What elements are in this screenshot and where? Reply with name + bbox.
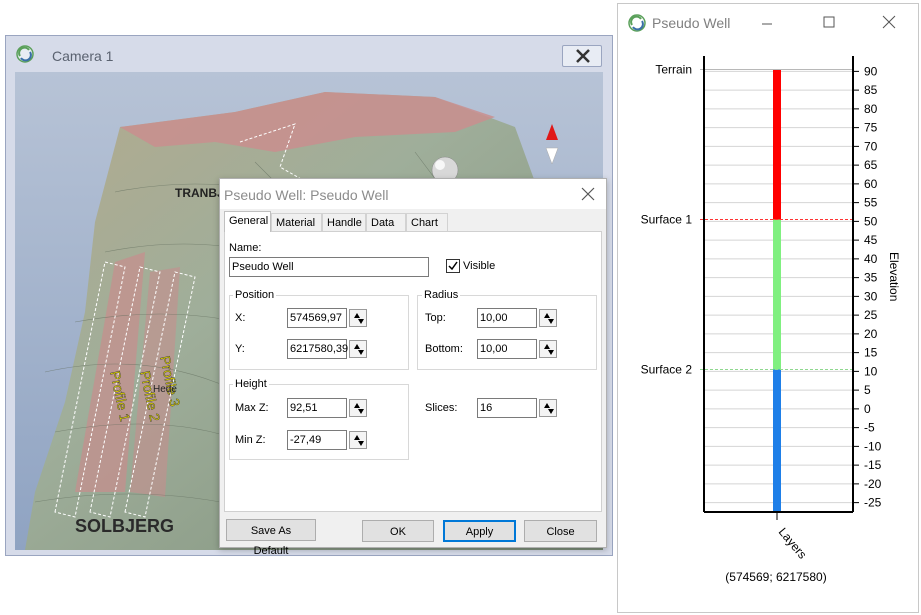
camera-close-button[interactable] xyxy=(562,45,602,67)
y-tick-label: 90 xyxy=(864,64,878,78)
chart-y-axis-label: Elevation xyxy=(887,252,901,301)
map-label-solbjerg: SOLBJERG xyxy=(75,516,174,536)
apply-button[interactable]: Apply xyxy=(443,520,516,542)
camera-window-title: Camera 1 xyxy=(52,48,114,64)
layer-bar xyxy=(773,69,781,220)
map-label-hede: Hede xyxy=(153,384,177,395)
radius-bottom-input[interactable]: 10,00 xyxy=(477,339,537,359)
spinner-arrows-icon xyxy=(544,403,554,414)
y-tick-label: 0 xyxy=(864,402,871,416)
y-tick-label: 65 xyxy=(864,158,878,172)
y-input[interactable]: 6217580,39 xyxy=(287,339,348,359)
minz-input[interactable]: -27,49 xyxy=(287,430,347,450)
boundary-label: Terrain xyxy=(655,63,692,77)
y-tick-label: 85 xyxy=(864,83,878,97)
ok-button[interactable]: OK xyxy=(362,520,434,542)
tab-handle[interactable]: Handle xyxy=(322,213,366,231)
camera-titlebar[interactable]: Camera 1 xyxy=(6,36,612,72)
radius-bottom-label: Bottom: xyxy=(425,343,463,355)
y-tick-label: 60 xyxy=(864,177,878,191)
tab-chart[interactable]: Chart xyxy=(406,213,448,231)
y-tick-label: 80 xyxy=(864,102,878,116)
height-group-label: Height xyxy=(233,378,269,390)
boundary-label: Surface 2 xyxy=(641,363,693,377)
y-tick-label: -20 xyxy=(864,477,882,491)
chart-coordinates-footer: (574569; 6217580) xyxy=(725,570,826,584)
slices-input[interactable]: 16 xyxy=(477,398,537,418)
minz-label: Min Z: xyxy=(235,434,266,446)
dialog-title: Pseudo Well: Pseudo Well xyxy=(224,187,389,203)
close-icon[interactable] xyxy=(580,186,596,202)
y-tick-label: -15 xyxy=(864,458,882,472)
radius-group-label: Radius xyxy=(422,289,461,301)
compass-icon[interactable] xyxy=(545,124,559,165)
pseudo-well-window: Pseudo Well Terrain Surface 1 Surface 2 90… xyxy=(617,3,919,613)
position-group-label: Position xyxy=(233,289,277,301)
tab-data[interactable]: Data xyxy=(366,213,406,231)
spinner-arrows-icon xyxy=(354,313,364,324)
spinner-arrows-icon xyxy=(354,403,364,414)
y-tick-label: 30 xyxy=(864,289,878,303)
visible-checkbox[interactable] xyxy=(446,259,460,273)
layer-bar xyxy=(773,369,781,512)
maxz-input[interactable]: 92,51 xyxy=(287,398,347,418)
x-input[interactable]: 574569,97 xyxy=(287,308,347,328)
y-tick-label: -25 xyxy=(864,496,882,510)
y-tick-label: 50 xyxy=(864,214,878,228)
y-tick-label: -10 xyxy=(864,439,882,453)
radius-top-input[interactable]: 10,00 xyxy=(477,308,537,328)
spinner-arrows-icon xyxy=(544,313,554,324)
y-tick-label: 70 xyxy=(864,139,878,153)
y-tick-label: 25 xyxy=(864,308,878,322)
y-tick-label: 20 xyxy=(864,327,878,341)
close-button[interactable]: Close xyxy=(524,520,597,542)
x-spinner[interactable] xyxy=(349,309,367,327)
radius-top-label: Top: xyxy=(425,312,446,324)
y-tick-label: 15 xyxy=(864,346,878,360)
spinner-arrows-icon xyxy=(354,435,364,446)
minz-spinner[interactable] xyxy=(349,431,367,449)
maxz-spinner[interactable] xyxy=(349,399,367,417)
radius-top-spinner[interactable] xyxy=(539,309,557,327)
checkmark-icon xyxy=(448,261,458,271)
y-tick-label: 35 xyxy=(864,271,878,285)
y-label: Y: xyxy=(235,343,245,355)
tab-material[interactable]: Material xyxy=(271,213,322,231)
well-sphere-highlight xyxy=(435,160,445,170)
dialog-titlebar[interactable]: Pseudo Well: Pseudo Well xyxy=(220,179,606,209)
y-tick-label: 45 xyxy=(864,233,878,247)
close-icon xyxy=(576,49,590,63)
layer-bar xyxy=(773,219,781,370)
x-label: X: xyxy=(235,312,246,324)
y-tick-label: 10 xyxy=(864,364,878,378)
tab-general[interactable]: General xyxy=(224,211,271,232)
boundary-label: Surface 1 xyxy=(641,213,693,227)
y-tick-label: 55 xyxy=(864,196,878,210)
chart-x-axis-label: Layers xyxy=(776,525,810,562)
maxz-label: Max Z: xyxy=(235,402,269,414)
pseudo-well-dialog: Pseudo Well: Pseudo Well General Materia… xyxy=(219,178,607,557)
y-spinner[interactable] xyxy=(349,340,367,358)
general-tab-panel: Name: Pseudo Well Visible Position X: 57… xyxy=(224,231,602,512)
y-tick-label: 75 xyxy=(864,121,878,135)
name-input[interactable]: Pseudo Well xyxy=(229,257,429,277)
visible-label: Visible xyxy=(463,260,496,272)
spinner-arrows-icon xyxy=(544,344,554,355)
slices-label: Slices: xyxy=(425,402,458,414)
name-label: Name: xyxy=(229,242,262,254)
y-tick-label: 40 xyxy=(864,252,878,266)
y-tick-label: 5 xyxy=(864,383,871,397)
pseudo-well-chart: Terrain Surface 1 Surface 2 90 85 80 75 70 65 60… xyxy=(641,56,901,584)
spinner-arrows-icon xyxy=(354,344,364,355)
save-as-default-button[interactable]: Save As Default xyxy=(226,519,316,557)
app-logo-icon xyxy=(16,45,34,63)
radius-bottom-spinner[interactable] xyxy=(539,340,557,358)
slices-spinner[interactable] xyxy=(539,399,557,417)
y-tick-label: -5 xyxy=(864,421,875,435)
